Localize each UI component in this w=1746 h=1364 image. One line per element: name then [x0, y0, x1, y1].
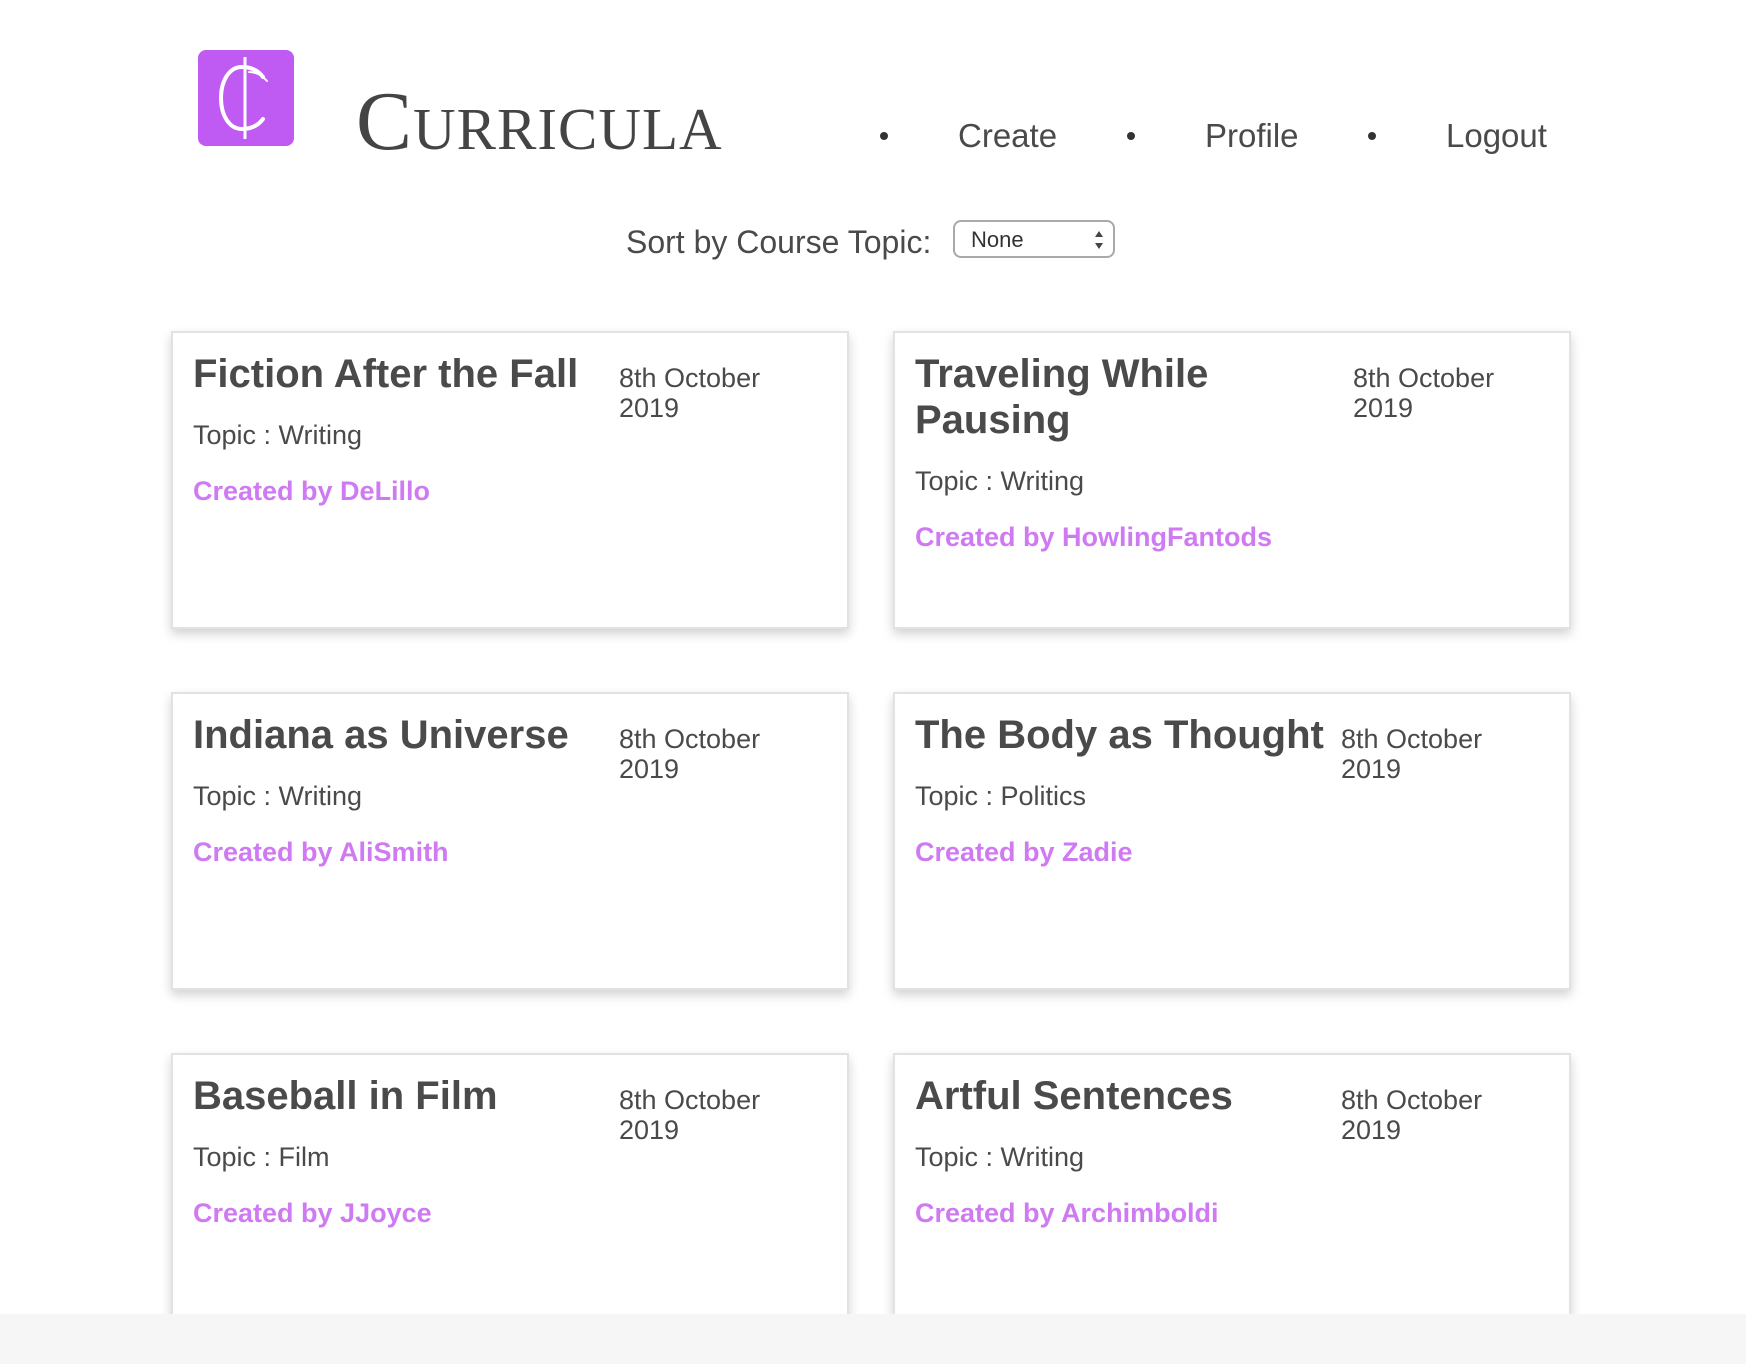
course-title[interactable]: Indiana as Universe	[193, 712, 613, 758]
course-creator-link[interactable]: Created by AliSmith	[193, 836, 449, 868]
course-title[interactable]: The Body as Thought	[915, 712, 1345, 758]
course-creator-link[interactable]: Created by Archimboldi	[915, 1197, 1219, 1229]
course-topic: Topic : Writing	[193, 420, 363, 450]
course-creator-link[interactable]: Created by Zadie	[915, 836, 1133, 868]
course-title[interactable]: Fiction After the Fall	[193, 351, 613, 397]
course-creator-link[interactable]: Created by JJoyce	[193, 1197, 432, 1229]
course-grid: Fiction After the Fall 8th October 2019 …	[0, 0, 1746, 1364]
course-topic: Topic : Writing	[193, 781, 363, 811]
course-title[interactable]: Baseball in Film	[193, 1073, 613, 1119]
course-card[interactable]: Artful Sentences 8th October 2019 Topic …	[893, 1053, 1571, 1351]
course-card[interactable]: Indiana as Universe 8th October 2019 Top…	[171, 692, 849, 990]
course-date: 8th October 2019	[1353, 363, 1495, 423]
course-card[interactable]: Fiction After the Fall 8th October 2019 …	[171, 331, 849, 629]
course-creator-link[interactable]: Created by HowlingFantods	[915, 521, 1272, 553]
course-title[interactable]: Artful Sentences	[915, 1073, 1335, 1119]
course-card[interactable]: Traveling While Pausing 8th October 2019…	[893, 331, 1571, 629]
course-topic: Topic : Film	[193, 1142, 330, 1172]
course-date: 8th October 2019	[619, 363, 761, 423]
course-topic: Topic : Politics	[915, 781, 1087, 811]
course-card[interactable]: Baseball in Film 8th October 2019 Topic …	[171, 1053, 849, 1351]
course-card[interactable]: The Body as Thought 8th October 2019 Top…	[893, 692, 1571, 990]
course-date: 8th October 2019	[619, 1085, 761, 1145]
course-topic: Topic : Writing	[915, 466, 1085, 496]
course-topic: Topic : Writing	[915, 1142, 1085, 1172]
course-date: 8th October 2019	[1341, 724, 1483, 784]
course-creator-link[interactable]: Created by DeLillo	[193, 475, 430, 507]
course-date: 8th October 2019	[1341, 1085, 1483, 1145]
course-title[interactable]: Traveling While Pausing	[915, 351, 1335, 443]
window-bottom-edge	[0, 1314, 1746, 1364]
course-date: 8th October 2019	[619, 724, 761, 784]
